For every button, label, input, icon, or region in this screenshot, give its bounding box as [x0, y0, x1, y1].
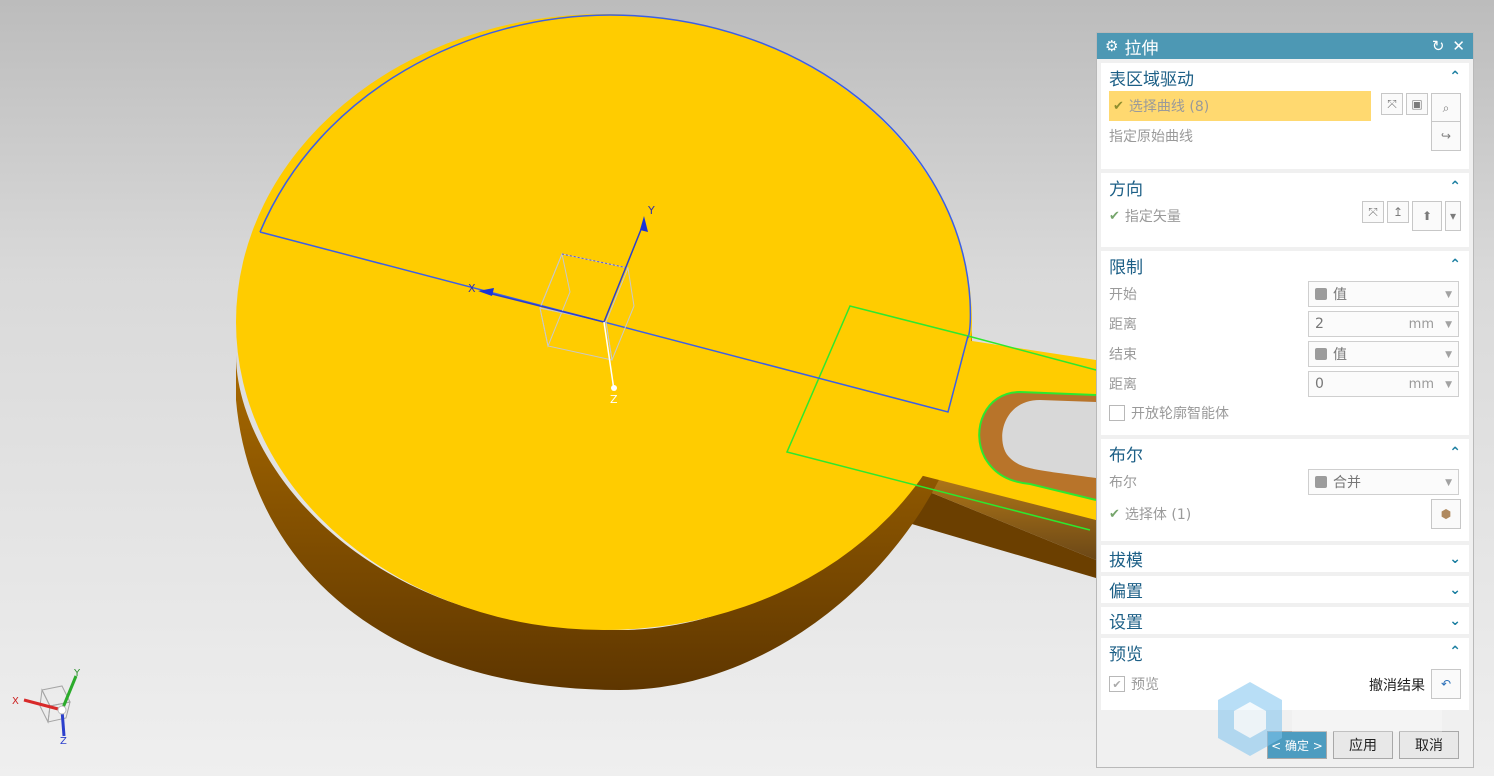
cube-icon	[1315, 348, 1327, 360]
watermark-logo	[1218, 682, 1442, 756]
wcs-x-label: X	[468, 282, 476, 295]
section-curves: 表区域驱动 ⌃ ✔ 选择曲线 (8) ⤧ ▣ ⌕ 指定原始曲线 ↪	[1101, 63, 1469, 169]
section-draft[interactable]: 拔模 ⌄	[1101, 545, 1469, 572]
extrude-dialog: ⚙ 拉伸 ↻ ✕ 表区域驱动 ⌃ ✔ 选择曲线 (8) ⤧ ▣ ⌕ 指定原始曲线…	[1096, 32, 1474, 768]
chevron-down-icon[interactable]: ▼	[1445, 380, 1452, 390]
chevron-down-icon[interactable]: ⌄	[1449, 613, 1461, 629]
check-icon: ✔	[1109, 506, 1120, 522]
section-limits-header[interactable]: 限制 ⌃	[1101, 251, 1469, 279]
section-offset[interactable]: 偏置 ⌄	[1101, 576, 1469, 603]
start-dropdown[interactable]: 值 ▼	[1308, 281, 1459, 307]
boolean-row: 布尔 合并 ▼	[1101, 467, 1469, 497]
open-profile-label: 开放轮廓智能体	[1131, 406, 1229, 422]
reset-icon[interactable]: ↻	[1432, 37, 1445, 55]
select-curve-field[interactable]: ✔ 选择曲线 (8)	[1109, 91, 1371, 121]
section-direction: 方向 ⌃ ✔ 指定矢量 ⤧ ↥ ⬆ ▾	[1101, 173, 1469, 247]
end-dropdown[interactable]: 值 ▼	[1308, 341, 1459, 367]
unite-icon	[1315, 476, 1327, 488]
section-limits-label: 限制	[1109, 257, 1143, 278]
dialog-titlebar: ⚙ 拉伸 ↻ ✕	[1097, 33, 1473, 59]
preview-label: 预览	[1131, 677, 1159, 693]
section-boolean: 布尔 ⌃ 布尔 合并 ▼ ✔ 选择体 (1) ⬢	[1101, 439, 1469, 541]
origin-curve-label: 指定原始曲线	[1109, 129, 1193, 145]
section-settings[interactable]: 设置 ⌄	[1101, 607, 1469, 634]
chevron-down-icon[interactable]: ⌄	[1449, 551, 1461, 567]
vector-dropdown-icon[interactable]: ▾	[1445, 201, 1461, 231]
section-preview-header[interactable]: 预览 ⌃	[1101, 638, 1469, 666]
check-icon: ✔	[1113, 98, 1124, 114]
section-curves-label: 表区域驱动	[1109, 69, 1194, 90]
select-curve-row[interactable]: ✔ 选择曲线 (8) ⤧ ▣ ⌕	[1101, 91, 1469, 123]
distance1-row: 距离 2 mm ▼	[1101, 309, 1469, 339]
vector-dialog-icon[interactable]: ↥	[1387, 201, 1409, 223]
triad-y-label: Y	[73, 668, 81, 679]
end-label: 结束	[1109, 347, 1137, 363]
view-triad[interactable]: Y X Z	[12, 668, 81, 747]
section-direction-label: 方向	[1109, 179, 1143, 200]
origin-curve-icon[interactable]: ↪	[1431, 121, 1461, 151]
chevron-up-icon[interactable]: ⌃	[1449, 445, 1461, 461]
boolean-dropdown[interactable]: 合并 ▼	[1308, 469, 1459, 495]
start-value: 值	[1333, 287, 1347, 303]
end-row: 结束 值 ▼	[1101, 339, 1469, 369]
chevron-up-icon[interactable]: ⌃	[1449, 257, 1461, 273]
origin-curve-row[interactable]: 指定原始曲线 ↪	[1101, 121, 1469, 151]
reverse-direction-icon[interactable]: ⤧	[1362, 201, 1384, 223]
select-body-label: 选择体 (1)	[1124, 507, 1192, 523]
section-offset-label: 偏置	[1109, 582, 1143, 602]
distance1-value[interactable]: 2	[1315, 316, 1324, 332]
boolean-value: 合并	[1333, 475, 1361, 491]
curve-rule-icon[interactable]: ▣	[1406, 93, 1428, 115]
vector-row[interactable]: ✔ 指定矢量 ⤧ ↥ ⬆ ▾	[1101, 201, 1469, 231]
section-curves-header[interactable]: 表区域驱动 ⌃	[1101, 63, 1469, 91]
check-icon: ✔	[1109, 208, 1120, 224]
distance2-label: 距离	[1109, 377, 1137, 393]
open-profile-checkbox[interactable]	[1109, 405, 1125, 421]
vector-label: 指定矢量	[1124, 209, 1181, 225]
chevron-down-icon: ▼	[1445, 350, 1452, 360]
section-limits: 限制 ⌃ 开始 值 ▼ 距离 2 mm ▼ 结束 值 ▼ 距离 0 mm ▼ 开…	[1101, 251, 1469, 435]
open-profile-row[interactable]: 开放轮廓智能体	[1101, 399, 1469, 427]
section-settings-label: 设置	[1109, 613, 1143, 633]
triad-z-label: Z	[60, 736, 67, 747]
section-boolean-header[interactable]: 布尔 ⌃	[1101, 439, 1469, 467]
distance2-input[interactable]: 0 mm ▼	[1308, 371, 1459, 397]
close-icon[interactable]: ✕	[1452, 37, 1465, 55]
chevron-down-icon[interactable]: ⌄	[1449, 582, 1461, 598]
distance2-value[interactable]: 0	[1315, 376, 1324, 392]
section-direction-header[interactable]: 方向 ⌃	[1101, 173, 1469, 201]
section-draft-label: 拔模	[1109, 551, 1143, 571]
chevron-down-icon: ▼	[1445, 290, 1452, 300]
section-boolean-label: 布尔	[1109, 445, 1143, 466]
chevron-up-icon[interactable]: ⌃	[1449, 69, 1461, 85]
distance1-unit: mm	[1408, 317, 1434, 332]
select-body-row[interactable]: ✔ 选择体 (1) ⬢	[1101, 497, 1469, 531]
boolean-label: 布尔	[1109, 475, 1137, 491]
body-select-icon[interactable]: ⬢	[1431, 499, 1461, 529]
wcs-y-label: Y	[647, 204, 655, 217]
chevron-up-icon[interactable]: ⌃	[1449, 644, 1461, 660]
distance2-row: 距离 0 mm ▼	[1101, 369, 1469, 399]
dialog-title: 拉伸	[1124, 38, 1159, 59]
end-value: 值	[1333, 347, 1347, 363]
section-preview-label: 预览	[1109, 644, 1143, 665]
cube-icon	[1315, 288, 1327, 300]
chevron-down-icon: ▼	[1445, 478, 1452, 488]
gear-icon: ⚙	[1105, 37, 1119, 55]
start-label: 开始	[1109, 287, 1137, 303]
triad-x-label: X	[12, 696, 19, 707]
vector-type-icon[interactable]: ⬆	[1412, 201, 1442, 231]
distance1-input[interactable]: 2 mm ▼	[1308, 311, 1459, 337]
distance1-label: 距离	[1109, 317, 1137, 333]
preview-checkbox[interactable]: ✔	[1109, 676, 1125, 692]
selection-filter-icon[interactable]: ⤧	[1381, 93, 1403, 115]
select-curve-label: 选择曲线 (8)	[1128, 99, 1210, 115]
sketch-section-icon[interactable]: ⌕	[1431, 93, 1461, 123]
wcs-z-label: Z	[610, 393, 618, 406]
start-row: 开始 值 ▼	[1101, 279, 1469, 309]
chevron-up-icon[interactable]: ⌃	[1449, 179, 1461, 195]
distance2-unit: mm	[1408, 377, 1434, 392]
chevron-down-icon[interactable]: ▼	[1445, 320, 1452, 330]
